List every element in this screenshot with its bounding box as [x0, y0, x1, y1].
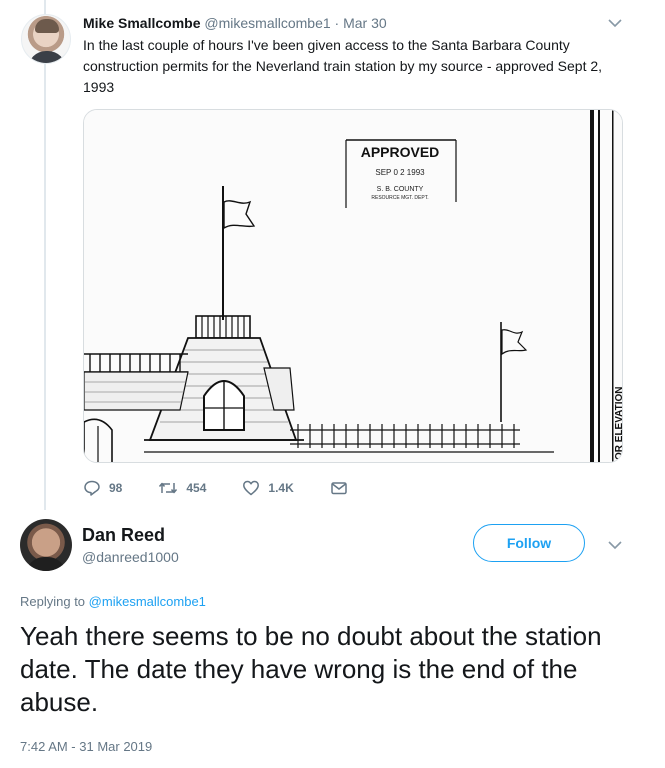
- tweet-timestamp[interactable]: 7:42 AM - 31 Mar 2019: [20, 739, 152, 755]
- author-name[interactable]: Mike Smallcombe: [83, 15, 201, 31]
- author-name[interactable]: Dan Reed: [82, 524, 165, 546]
- stamp-date: SEP 0 2 1993: [375, 168, 425, 177]
- follow-button[interactable]: Follow: [473, 524, 585, 562]
- retweet-count: 454: [186, 481, 207, 495]
- chevron-down-icon[interactable]: [606, 14, 624, 32]
- tweet-text: In the last couple of hours I've been gi…: [83, 37, 603, 95]
- tweet-image[interactable]: APPROVED SEP 0 2 1993 S. B. COUNTY RESOU…: [83, 109, 623, 463]
- avatar[interactable]: [20, 519, 72, 571]
- stamp-line1: S. B. COUNTY: [377, 186, 424, 193]
- permit-drawing: APPROVED SEP 0 2 1993 S. B. COUNTY RESOU…: [84, 110, 623, 462]
- replying-handle-link[interactable]: @mikesmallcombe1: [89, 594, 206, 609]
- author-handle[interactable]: @danreed1000: [82, 548, 179, 566]
- dm-button[interactable]: [330, 479, 356, 497]
- reply-button[interactable]: 98: [83, 479, 122, 497]
- envelope-icon: [331, 482, 347, 495]
- avatar-shirt: [26, 557, 66, 571]
- retweet-button[interactable]: 454: [158, 479, 206, 497]
- separator-dot: ·: [334, 15, 340, 31]
- tweet-actions: 98 454 1.4K: [83, 478, 392, 498]
- reply-icon: [84, 480, 100, 496]
- original-tweet[interactable]: Mike Smallcombe @mikesmallcombe1 · Mar 3…: [0, 0, 665, 510]
- stamp-line2: RESOURCE MGT. DEPT.: [371, 195, 428, 201]
- replying-prefix: Replying to: [20, 594, 86, 609]
- stamp-title: APPROVED: [361, 144, 440, 160]
- elevation-label: OR ELEVATION: [614, 386, 623, 460]
- tweet-header: Mike Smallcombe @mikesmallcombe1 · Mar 3…: [83, 14, 387, 32]
- avatar-shirt: [28, 51, 66, 63]
- like-count: 1.4K: [268, 481, 294, 495]
- like-button[interactable]: 1.4K: [242, 479, 294, 497]
- reply-text: Yeah there seems to be no doubt about th…: [20, 621, 602, 717]
- reply-count: 98: [109, 481, 123, 495]
- tweet-date[interactable]: Mar 30: [343, 15, 387, 31]
- retweet-icon: [159, 482, 178, 494]
- author-handle[interactable]: @mikesmallcombe1: [204, 15, 330, 31]
- replying-to: Replying to @mikesmallcombe1: [20, 593, 206, 611]
- avatar[interactable]: [21, 14, 71, 64]
- avatar-hair: [35, 19, 59, 33]
- chevron-down-icon[interactable]: [606, 536, 624, 554]
- heart-icon: [243, 480, 260, 496]
